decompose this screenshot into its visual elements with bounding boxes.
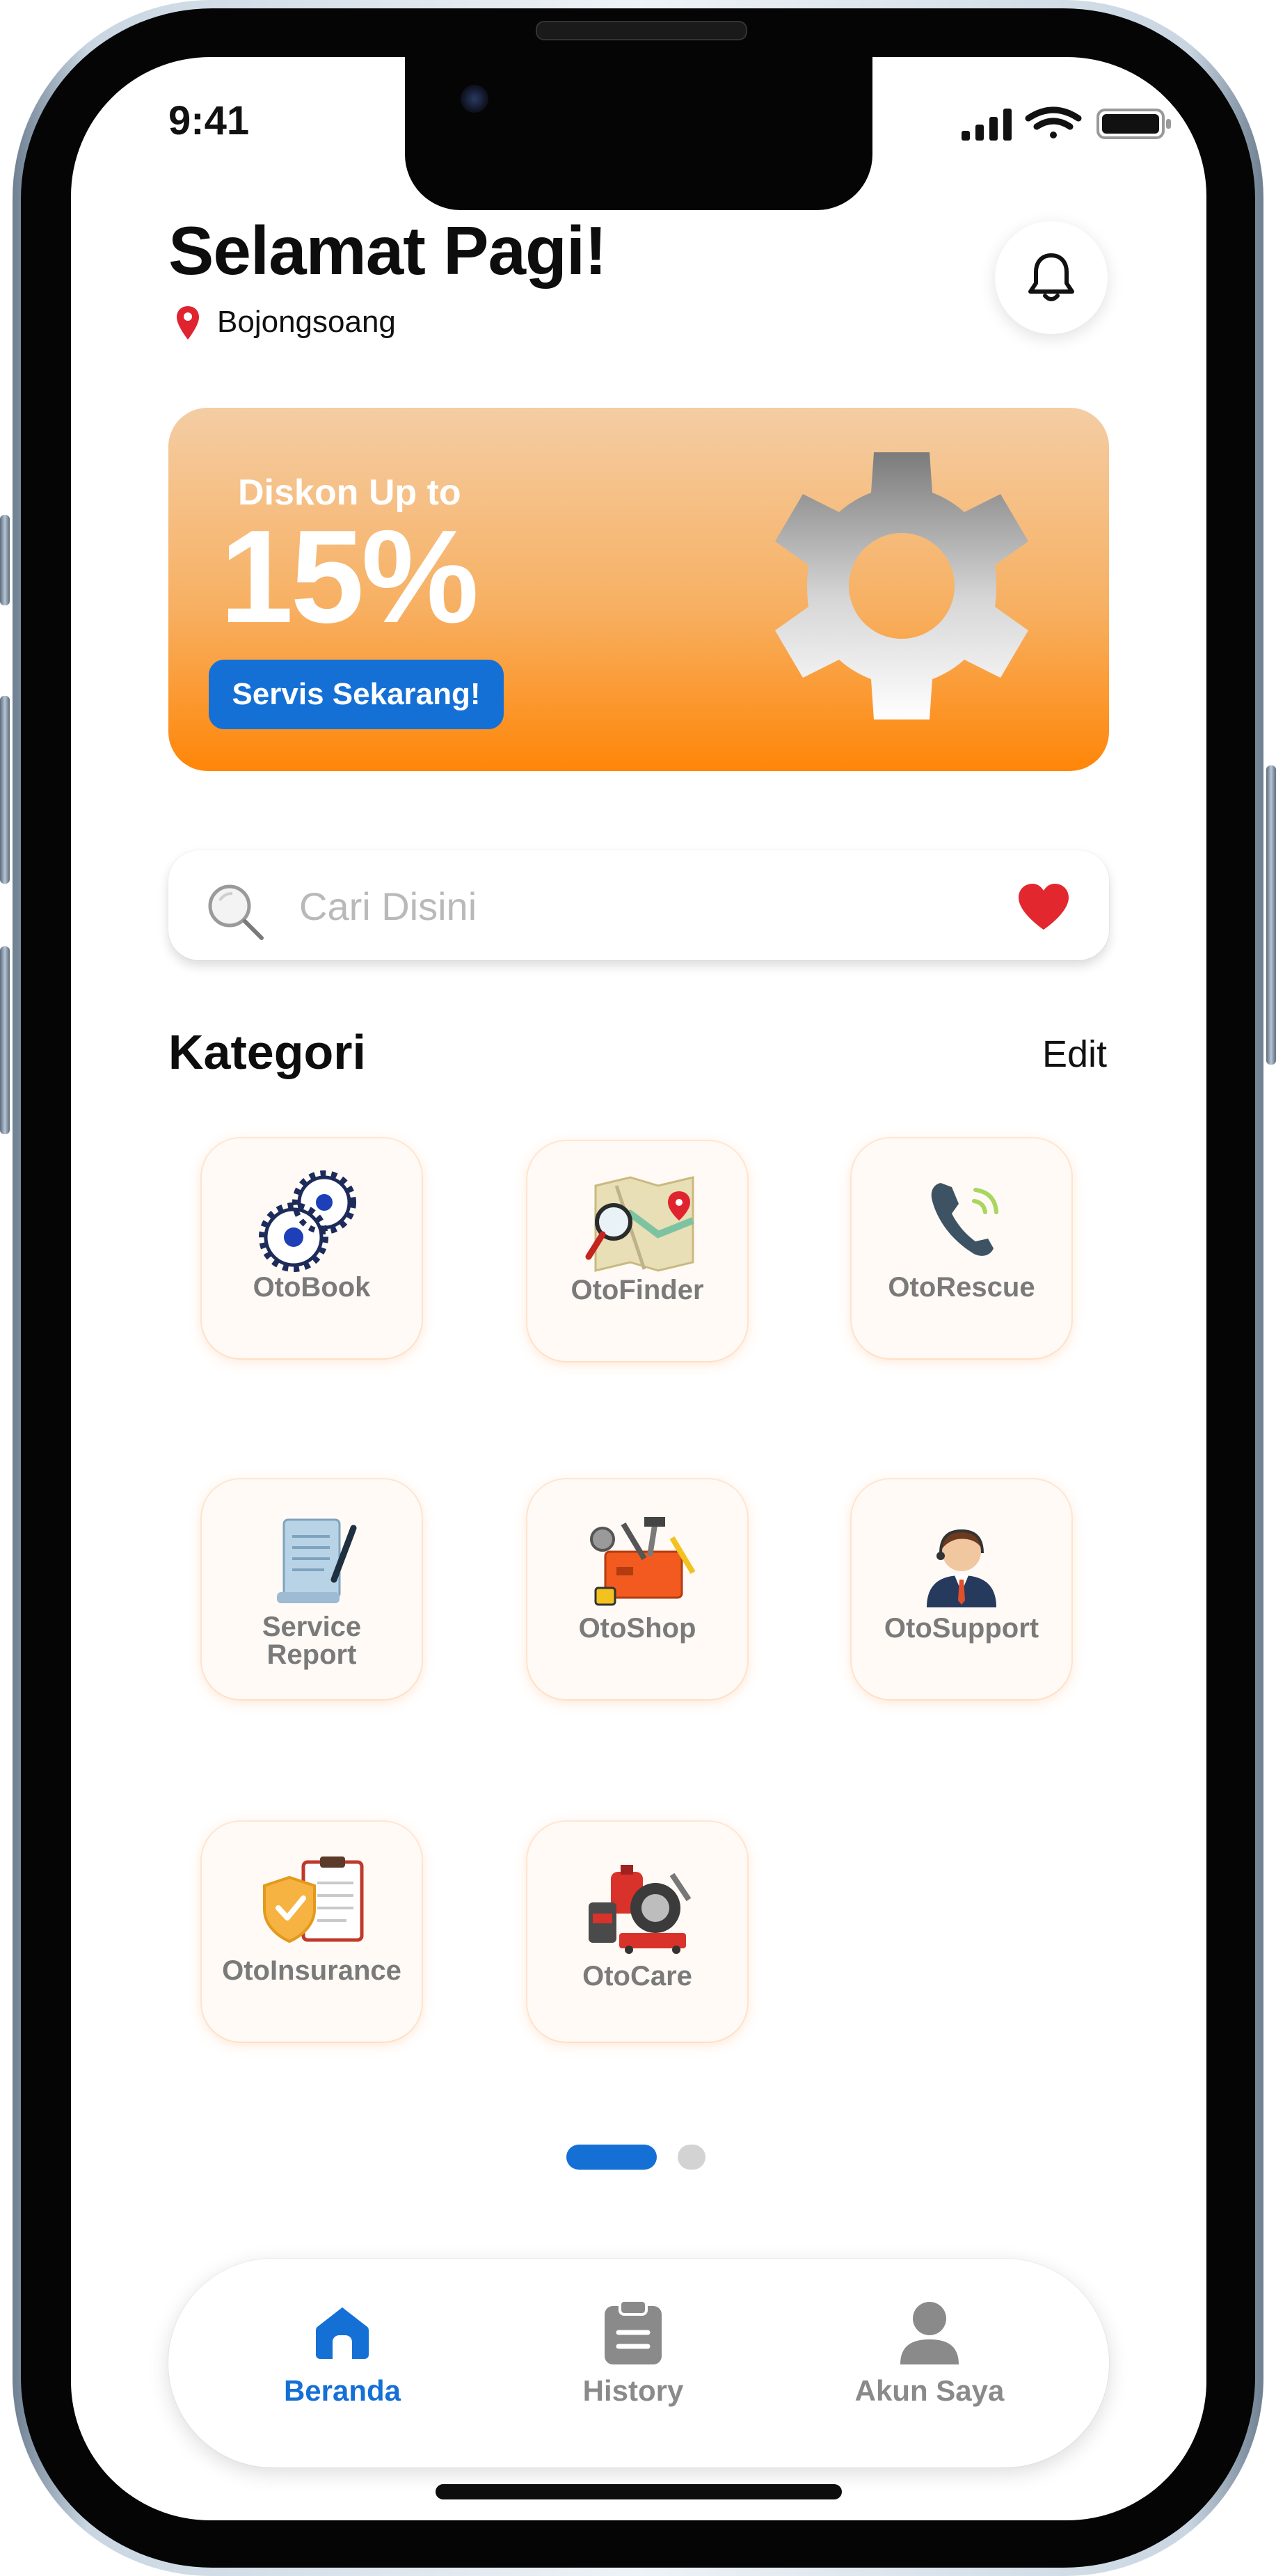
category-label: OtoRescue (888, 1272, 1035, 1303)
nav-akun-saya[interactable]: Akun Saya (825, 2299, 1034, 2452)
category-otorescue[interactable]: OtoRescue (852, 1138, 1071, 1358)
page-indicator-active[interactable] (566, 2145, 657, 2170)
document-pen-icon (277, 1518, 357, 1603)
bottom-navigation: Beranda History Akun Saya (168, 2259, 1109, 2467)
map-search-icon (585, 1176, 694, 1272)
edit-categories-link[interactable]: Edit (1042, 1033, 1107, 1076)
nav-history[interactable]: History (529, 2299, 737, 2452)
service-now-button[interactable]: Servis Sekarang! (209, 660, 504, 729)
car-care-icon (589, 1865, 692, 1954)
category-otobook[interactable]: OtoBook (202, 1138, 422, 1358)
category-otosupport[interactable]: OtoSupport (852, 1479, 1071, 1699)
location-label: Bojongsoang (217, 305, 396, 339)
gear-icon (775, 452, 1028, 719)
support-agent-icon (927, 1529, 996, 1607)
nav-label: History (582, 2374, 684, 2407)
phone-call-icon (931, 1183, 998, 1256)
search-bar (168, 850, 1109, 960)
earpiece-speaker (536, 21, 747, 40)
promo-banner[interactable]: Diskon Up to 15% Servis Sekarang! (168, 408, 1109, 771)
category-label: OtoShop (578, 1613, 696, 1644)
gears-icon (259, 1170, 356, 1272)
home-indicator[interactable] (436, 2484, 842, 2499)
volume-down-button (0, 946, 10, 1134)
category-label: Service Report (262, 1612, 362, 1670)
search-input[interactable] (298, 875, 927, 937)
user-icon (900, 2302, 959, 2364)
category-label: OtoFinder (571, 1275, 704, 1305)
nav-label: Akun Saya (854, 2374, 1005, 2407)
category-otoshop[interactable]: OtoShop (527, 1479, 747, 1699)
heart-icon[interactable] (1016, 882, 1071, 931)
category-otofinder[interactable]: OtoFinder (527, 1141, 747, 1361)
battery-icon (1096, 109, 1171, 139)
clipboard-icon (605, 2299, 662, 2364)
status-icons (962, 106, 1171, 141)
wifi-icon (1025, 106, 1082, 138)
nav-beranda[interactable]: Beranda (238, 2303, 447, 2456)
greeting-title: Selamat Pagi! (168, 212, 607, 289)
front-camera (461, 85, 488, 113)
volume-up-button (0, 696, 10, 884)
category-label: OtoBook (253, 1272, 371, 1303)
signal-icon (962, 109, 1012, 141)
search-icon (208, 884, 264, 940)
nav-label: Beranda (283, 2374, 401, 2407)
action-button (0, 515, 10, 605)
category-label: OtoCare (582, 1961, 692, 1991)
notification-button[interactable] (995, 221, 1108, 334)
home-icon (316, 2307, 369, 2359)
toolbox-icon (590, 1517, 696, 1606)
page-indicator[interactable] (678, 2145, 705, 2170)
category-otoinsurance[interactable]: OtoInsurance (202, 1822, 422, 2042)
category-label: OtoInsurance (222, 1955, 401, 1986)
app-screen: 9:41 Selamat Pagi! Bojongsoang Diskon Up… (71, 57, 1206, 2520)
category-label: OtoSupport (884, 1613, 1039, 1644)
bell-icon (1028, 253, 1074, 301)
status-time: 9:41 (168, 98, 250, 143)
banner-discount: 15% (220, 503, 479, 651)
category-service-report[interactable]: Service Report (202, 1479, 422, 1699)
map-pin-icon (177, 306, 199, 340)
dynamic-island (405, 57, 872, 210)
category-otocare[interactable]: OtoCare (527, 1822, 747, 2042)
power-button (1266, 765, 1276, 1065)
section-title-kategori: Kategori (168, 1025, 366, 1079)
insurance-shield-icon (263, 1857, 364, 1943)
